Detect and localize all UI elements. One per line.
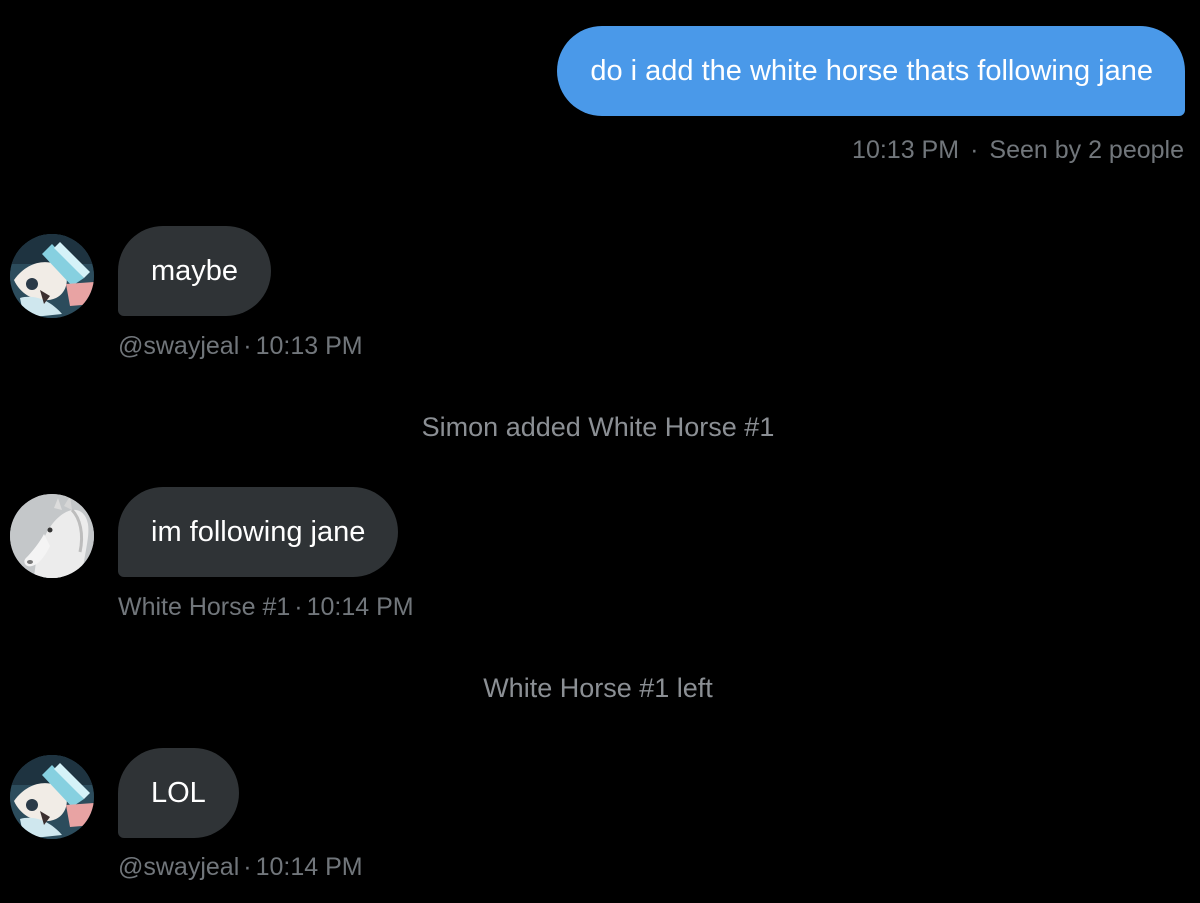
outgoing-message-bubble[interactable]: do i add the white horse thats following… bbox=[557, 26, 1185, 116]
incoming-message-text: maybe bbox=[151, 254, 239, 287]
incoming-message-meta: @swayjeal · 10:14 PM bbox=[118, 853, 363, 882]
incoming-message-bubble[interactable]: im following jane bbox=[118, 487, 399, 577]
avatar-white-horse[interactable] bbox=[10, 494, 94, 578]
message-author[interactable]: @swayjeal bbox=[118, 332, 239, 360]
anime-character-avatar-icon bbox=[10, 234, 94, 318]
message-time: 10:14 PM bbox=[255, 853, 363, 881]
outgoing-message-meta: 10:13 PM · Seen by 2 people bbox=[852, 136, 1184, 165]
system-notice: Simon added White Horse #1 bbox=[421, 412, 775, 442]
incoming-message-meta: @swayjeal · 10:13 PM bbox=[118, 332, 363, 361]
meta-separator: · bbox=[243, 332, 252, 360]
meta-separator: · bbox=[294, 593, 303, 621]
incoming-message-meta: White Horse #1 · 10:14 PM bbox=[118, 593, 414, 622]
message-author[interactable]: @swayjeal bbox=[118, 853, 239, 881]
incoming-message-text: im following jane bbox=[151, 515, 366, 548]
avatar-swayjeal[interactable] bbox=[10, 234, 94, 318]
white-horse-avatar-icon bbox=[10, 494, 94, 578]
message-time: 10:13 PM bbox=[255, 332, 363, 360]
outgoing-message-text: do i add the white horse thats following… bbox=[590, 54, 1153, 87]
conversation-thread[interactable]: do i add the white horse thats following… bbox=[0, 0, 1200, 903]
incoming-message-bubble[interactable]: maybe bbox=[118, 226, 272, 316]
avatar-swayjeal[interactable] bbox=[10, 755, 94, 839]
message-author[interactable]: White Horse #1 bbox=[118, 593, 290, 621]
system-notice: White Horse #1 left bbox=[483, 673, 713, 703]
incoming-message-bubble[interactable]: LOL bbox=[118, 748, 239, 838]
seen-status[interactable]: Seen by 2 people bbox=[989, 136, 1184, 165]
meta-separator: · bbox=[243, 853, 252, 881]
incoming-message-text: LOL bbox=[151, 776, 206, 809]
anime-character-avatar-icon bbox=[10, 755, 94, 839]
outgoing-message-time: 10:13 PM bbox=[852, 136, 960, 164]
message-time: 10:14 PM bbox=[306, 593, 414, 621]
meta-separator: · bbox=[970, 136, 979, 164]
